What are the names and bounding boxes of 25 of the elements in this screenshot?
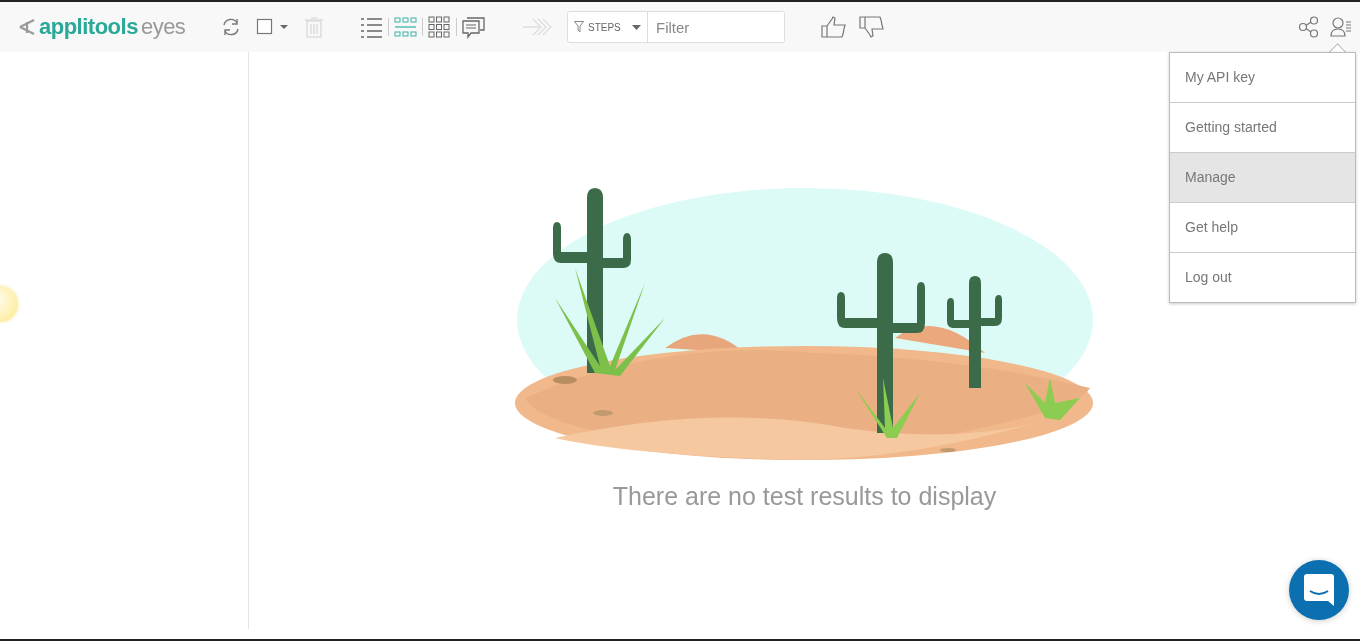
empty-state-message: There are no test results to display	[612, 482, 997, 511]
tiles-view-icon[interactable]	[394, 15, 417, 39]
filter-control[interactable]: STEPS Filter	[567, 11, 785, 43]
menu-item[interactable]: Get help	[1170, 202, 1355, 252]
thumbs-up-icon[interactable]	[821, 16, 847, 38]
funnel-icon	[574, 21, 584, 33]
list-view-icon[interactable]	[360, 15, 383, 39]
comments-icon[interactable]	[462, 15, 485, 39]
menu-item[interactable]: My API key	[1170, 53, 1355, 102]
menu-item[interactable]: Getting started	[1170, 102, 1355, 152]
menu-item[interactable]: Log out	[1170, 252, 1355, 302]
select-all-checkbox[interactable]	[256, 18, 290, 36]
thumbs-down-icon[interactable]	[859, 16, 885, 38]
caret-icon	[632, 24, 641, 30]
chat-button[interactable]	[1289, 560, 1349, 620]
logo-product-text: eyes	[140, 14, 186, 40]
chat-bubble-icon	[1304, 574, 1334, 606]
grid-view-icon[interactable]	[428, 15, 451, 39]
user-menu-icon[interactable]	[1330, 16, 1352, 38]
menu-item[interactable]: Manage	[1170, 152, 1355, 202]
refresh-button[interactable]	[220, 16, 242, 38]
scope-label: STEPS	[588, 21, 622, 33]
logo-brand-text: applitools	[39, 14, 138, 40]
logo-icon	[18, 18, 36, 36]
share-icon[interactable]	[1298, 16, 1320, 38]
